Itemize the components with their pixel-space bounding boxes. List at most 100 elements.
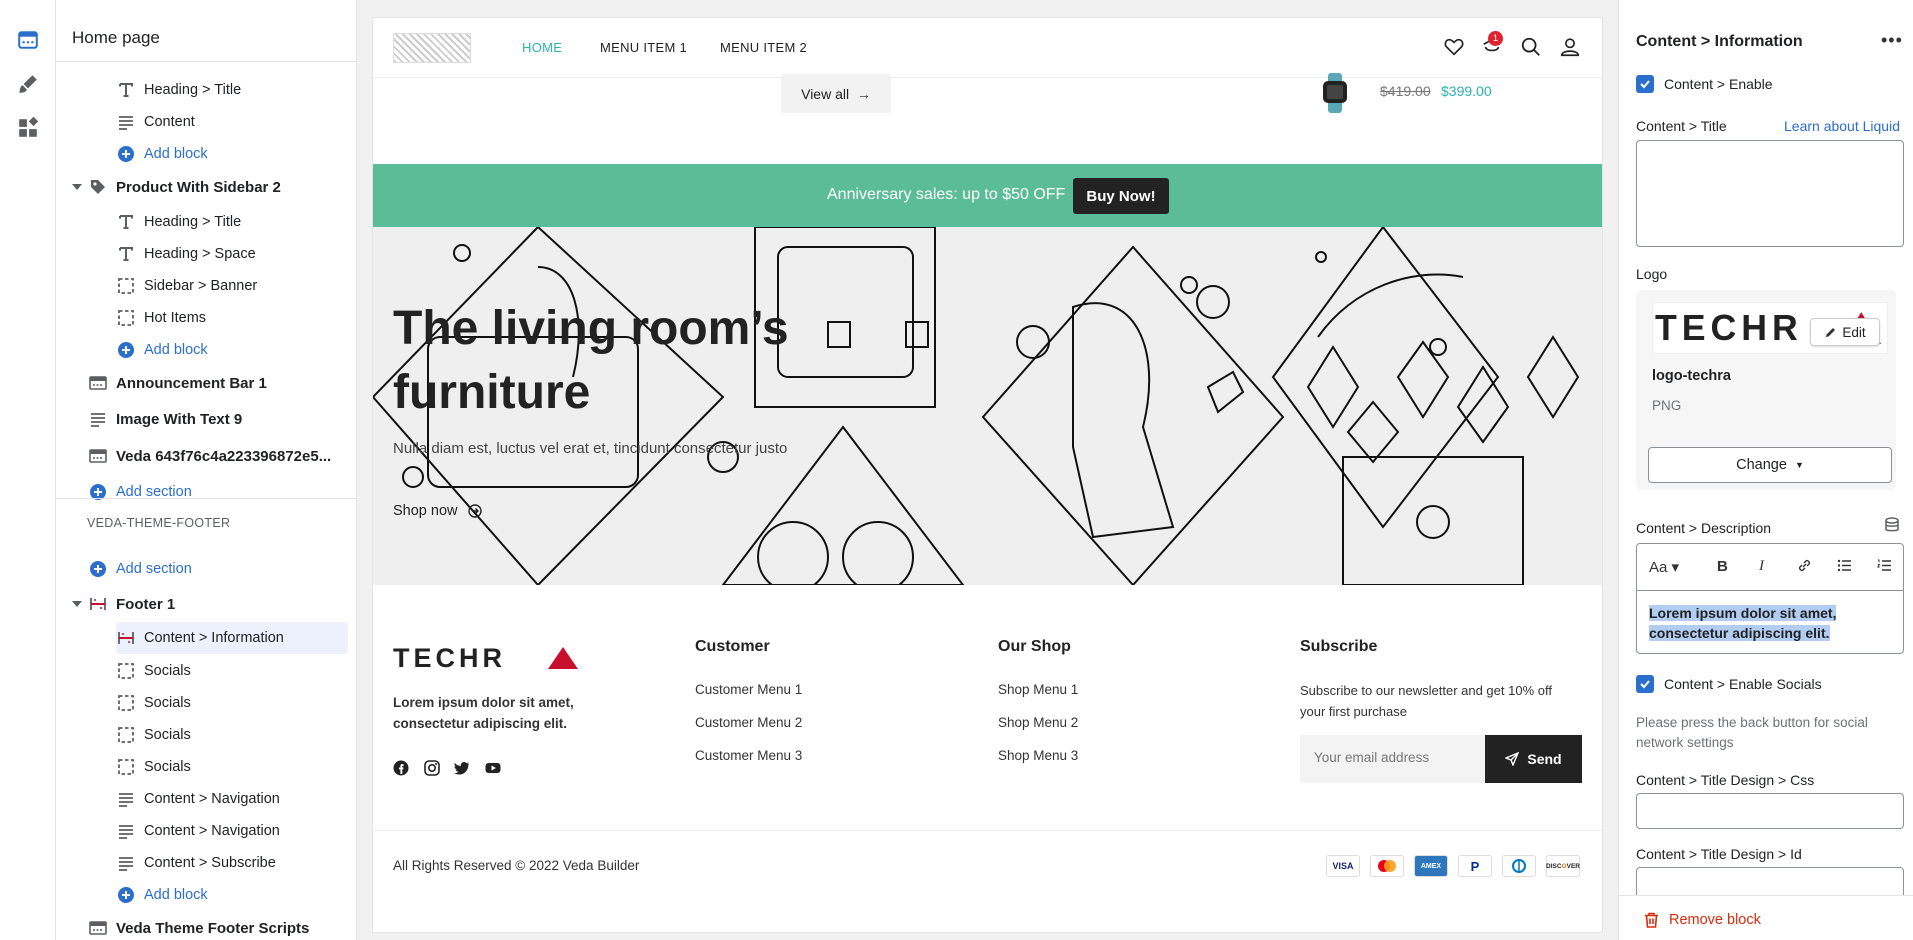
logo-filename: logo-techra bbox=[1652, 368, 1731, 384]
title-textarea[interactable] bbox=[1636, 140, 1904, 247]
layer-item[interactable]: Content > Subscribe bbox=[116, 847, 276, 879]
customer-link[interactable]: Customer Menu 2 bbox=[695, 715, 802, 730]
customer-link[interactable]: Customer Menu 3 bbox=[695, 748, 802, 763]
apps-icon[interactable] bbox=[12, 112, 44, 144]
facebook-icon[interactable] bbox=[393, 760, 411, 778]
bold-icon[interactable]: B bbox=[1717, 558, 1728, 575]
add-section-button[interactable]: Add section bbox=[88, 476, 192, 508]
arrow-circle-icon bbox=[467, 504, 482, 518]
editor-content[interactable]: Lorem ipsum dolor sit amet, consectetur … bbox=[1637, 591, 1903, 655]
layout-icon bbox=[88, 373, 108, 393]
view-all-button[interactable]: View all → bbox=[781, 74, 891, 113]
collapse-caret-icon[interactable] bbox=[72, 601, 82, 607]
more-options-icon[interactable]: ••• bbox=[1881, 30, 1903, 51]
layer-item-label: Add block bbox=[144, 342, 208, 358]
layer-item[interactable]: Product With Sidebar 2 bbox=[88, 171, 281, 203]
account-icon[interactable] bbox=[1559, 36, 1581, 58]
layer-item-label: Image With Text 9 bbox=[116, 410, 243, 428]
subscribe-description: Subscribe to our newsletter and get 10% … bbox=[1300, 683, 1552, 719]
nav-link-home[interactable]: HOME bbox=[522, 40, 562, 55]
shop-link[interactable]: Shop Menu 3 bbox=[998, 748, 1078, 763]
learn-liquid-link[interactable]: Learn about Liquid bbox=[1784, 118, 1900, 134]
enable-checkbox[interactable] bbox=[1636, 75, 1654, 93]
description-editor[interactable]: Aa ▾ B I Lorem ipsum dolor sit amet, con… bbox=[1636, 543, 1904, 654]
css-input[interactable] bbox=[1636, 793, 1904, 829]
footer-logo[interactable]: TECHR bbox=[393, 643, 583, 676]
layer-item[interactable]: Sidebar > Banner bbox=[116, 270, 257, 302]
search-icon[interactable] bbox=[1520, 36, 1542, 58]
layer-item[interactable]: Announcement Bar 1 bbox=[88, 367, 267, 399]
email-input[interactable]: Your email address bbox=[1300, 735, 1485, 783]
italic-icon[interactable]: I bbox=[1759, 558, 1764, 575]
layer-item-label: Content > Navigation bbox=[144, 823, 280, 839]
layer-item-label: Socials bbox=[144, 663, 191, 679]
youtube-icon[interactable] bbox=[485, 760, 503, 778]
layer-item[interactable]: Footer 1 bbox=[88, 588, 175, 620]
layer-item[interactable]: Image With Text 9 bbox=[88, 403, 242, 435]
layer-item[interactable]: Content > Navigation bbox=[116, 783, 280, 815]
send-button[interactable]: Send bbox=[1485, 735, 1582, 783]
layer-item[interactable]: Content bbox=[116, 106, 195, 138]
layer-item[interactable]: Socials bbox=[116, 751, 191, 783]
plus-circle-icon bbox=[88, 482, 108, 502]
discover-icon: DISC O VER bbox=[1546, 855, 1580, 877]
shop-now-link[interactable]: Shop now bbox=[393, 503, 482, 519]
numbered-list-icon[interactable] bbox=[1876, 558, 1892, 577]
layer-item[interactable]: Socials bbox=[116, 719, 191, 751]
instagram-icon[interactable] bbox=[424, 760, 442, 778]
layer-item[interactable]: Socials bbox=[116, 687, 191, 719]
buy-now-button[interactable]: Buy Now! bbox=[1073, 178, 1169, 214]
layer-item[interactable]: Veda 643f76c4a223396872e5... bbox=[88, 440, 331, 472]
bullet-list-icon[interactable] bbox=[1837, 558, 1852, 577]
layer-item[interactable]: Heading > Space bbox=[116, 238, 256, 270]
layer-item[interactable]: Socials bbox=[116, 655, 191, 687]
footer-group-label: VEDA-THEME-FOOTER bbox=[87, 516, 231, 530]
twitter-icon[interactable] bbox=[454, 760, 472, 778]
add-block-button[interactable]: Add block bbox=[116, 138, 208, 170]
brush-icon[interactable] bbox=[12, 68, 44, 100]
add-block-button[interactable]: Add block bbox=[116, 879, 208, 911]
add-block-button[interactable]: Add block bbox=[116, 334, 208, 366]
layer-item[interactable]: Hot Items bbox=[116, 302, 206, 334]
arrow-right-icon: → bbox=[856, 85, 871, 102]
customer-link[interactable]: Customer Menu 1 bbox=[695, 682, 802, 697]
add-section-button[interactable]: Add section bbox=[88, 553, 192, 585]
layer-item[interactable]: Content > Information bbox=[116, 622, 348, 654]
nav-link-menu-1[interactable]: MENU ITEM 1 bbox=[600, 40, 687, 55]
title-field-label: Content > Title bbox=[1636, 118, 1727, 134]
editor-toolbar: Aa ▾ B I bbox=[1637, 544, 1903, 591]
heart-icon[interactable] bbox=[1443, 36, 1465, 58]
layer-item-label: Heading > Title bbox=[144, 214, 242, 230]
nav-link-menu-2[interactable]: MENU ITEM 2 bbox=[720, 40, 807, 55]
preview-canvas: HOME MENU ITEM 1 MENU ITEM 2 1 View all … bbox=[373, 18, 1602, 932]
edit-label: Edit bbox=[1842, 324, 1866, 340]
layer-item-label: Product With Sidebar 2 bbox=[116, 178, 281, 196]
layer-item-label: Content > Navigation bbox=[144, 791, 280, 807]
text-style-icon[interactable]: Aa ▾ bbox=[1649, 558, 1679, 576]
shop-link[interactable]: Shop Menu 2 bbox=[998, 715, 1078, 730]
product-thumbnail[interactable] bbox=[1318, 73, 1352, 113]
edit-logo-button[interactable]: Edit bbox=[1810, 318, 1880, 346]
enable-socials-checkbox[interactable] bbox=[1636, 675, 1654, 693]
diners-icon bbox=[1502, 855, 1536, 877]
trash-icon bbox=[1645, 912, 1658, 928]
layer-item[interactable]: Heading > Title bbox=[116, 74, 241, 106]
layer-item-label: Heading > Title bbox=[144, 82, 242, 98]
collapse-caret-icon[interactable] bbox=[72, 184, 82, 190]
layer-item[interactable]: Veda Theme Footer Scripts bbox=[88, 912, 309, 940]
store-logo[interactable] bbox=[393, 33, 471, 63]
plus-circle-icon bbox=[116, 885, 136, 905]
caret-down-icon: ▼ bbox=[1794, 460, 1804, 470]
remove-block-button[interactable]: Remove block bbox=[1644, 912, 1761, 928]
layer-item[interactable]: Heading > Title bbox=[116, 206, 241, 238]
change-logo-button[interactable]: Change ▼ bbox=[1648, 447, 1892, 483]
sections-icon[interactable] bbox=[12, 24, 44, 56]
dashed-square-icon bbox=[116, 661, 136, 681]
database-icon[interactable] bbox=[1884, 517, 1900, 538]
link-icon[interactable] bbox=[1797, 558, 1812, 577]
layer-item-label: Veda Theme Footer Scripts bbox=[116, 919, 310, 937]
announcement-bar: Anniversary sales: up to $50 OFF Buy Now… bbox=[373, 164, 1602, 227]
shop-link[interactable]: Shop Menu 1 bbox=[998, 682, 1078, 697]
layer-item[interactable]: Content > Navigation bbox=[116, 815, 280, 847]
layers-sidebar: Home page Heading > Title Content Add bloc… bbox=[56, 0, 357, 940]
